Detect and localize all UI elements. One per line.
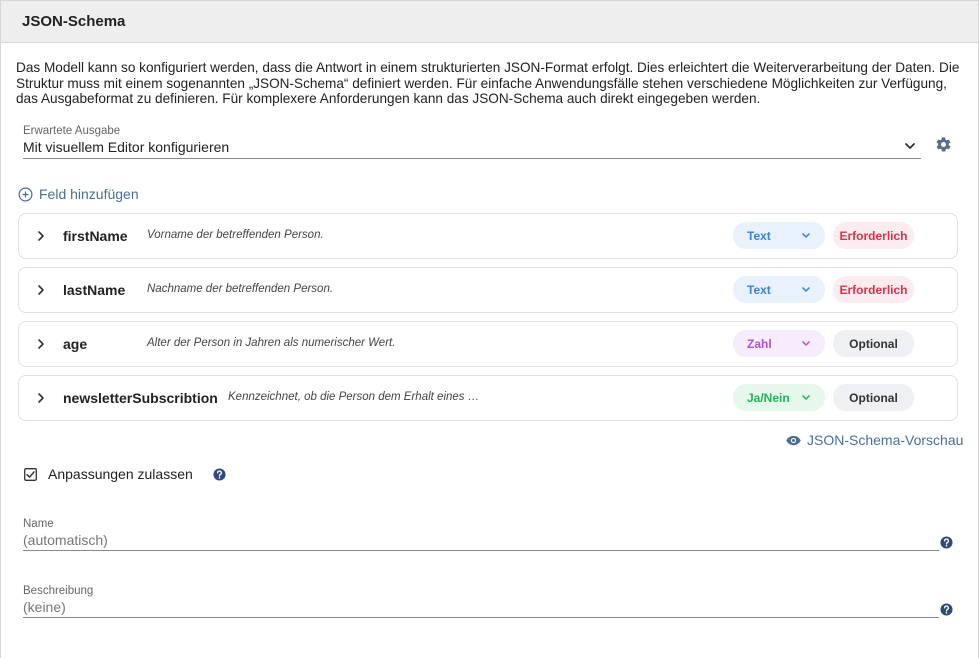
panel-title: JSON-Schema (22, 13, 126, 30)
type-select[interactable]: Zahl (733, 330, 825, 357)
type-label: Text (747, 228, 771, 243)
field-name: age (63, 336, 88, 352)
description-field[interactable]: Beschreibung (keine) (23, 585, 939, 618)
chevron-right-icon[interactable] (35, 230, 47, 242)
name-field-label: Name (23, 518, 54, 530)
requirement-label: Erforderlich (839, 228, 908, 243)
name-field-value[interactable]: (automatisch) (23, 532, 939, 548)
chevron-down-icon (801, 340, 811, 347)
requirement-badge[interactable]: Erforderlich (833, 276, 914, 303)
panel-header: JSON-Schema (1, 1, 978, 43)
allow-adjustments-label[interactable]: Anpassungen zulassen (48, 466, 193, 482)
requirement-label: Erforderlich (839, 282, 908, 297)
schema-preview-link[interactable]: JSON-Schema-Vorschau (786, 432, 963, 448)
requirement-label: Optional (849, 336, 898, 351)
expected-output-select[interactable]: Erwartete Ausgabe Mit visuellem Editor k… (23, 125, 921, 159)
description-field-value[interactable]: (keine) (23, 599, 939, 615)
chevron-right-icon[interactable] (35, 338, 47, 350)
field-name: newsletterSubscribtion (63, 390, 218, 406)
allow-adjustments: Anpassungen zulassen (24, 466, 226, 482)
field-row-newsletter[interactable]: newsletterSubscribtion Kennzeichnet, ob … (18, 375, 958, 421)
description-field-label: Beschreibung (23, 585, 94, 597)
add-field-button[interactable]: Feld hinzufügen (18, 186, 139, 202)
chevron-down-icon (801, 286, 811, 293)
add-circle-icon (18, 187, 33, 201)
field-description: Alter der Person in Jahren als numerisch… (147, 337, 396, 349)
field-name: firstName (63, 228, 128, 244)
field-description: Vorname der betreffenden Person. (147, 229, 324, 241)
expected-output-value[interactable]: Mit visuellem Editor konfigurieren (23, 139, 921, 155)
field-description: Kennzeichnet, ob die Person dem Erhalt e… (228, 391, 480, 403)
gear-icon[interactable] (935, 136, 952, 153)
chevron-right-icon[interactable] (35, 284, 47, 296)
field-description: Nachname der betreffenden Person. (147, 283, 334, 295)
field-name: lastName (63, 282, 126, 298)
intro-text: Das Modell kann so konfiguriert werden, … (16, 60, 960, 106)
field-row-lastname[interactable]: lastName Nachname der betreffenden Perso… (18, 267, 958, 313)
help-icon[interactable] (213, 467, 226, 481)
expected-output-label: Erwartete Ausgabe (23, 125, 121, 137)
requirement-badge[interactable]: Optional (833, 384, 914, 411)
type-label: Zahl (747, 336, 772, 351)
field-row-age[interactable]: age Alter der Person in Jahren als numer… (18, 321, 958, 367)
type-label: Ja/Nein (747, 390, 790, 405)
type-select[interactable]: Text (733, 276, 825, 303)
help-icon[interactable] (940, 536, 953, 549)
name-field[interactable]: Name (automatisch) (23, 518, 939, 551)
field-row-firstname[interactable]: firstName Vorname der betreffenden Perso… (18, 213, 958, 259)
help-icon[interactable] (940, 603, 953, 616)
chevron-down-icon[interactable] (903, 139, 917, 153)
json-schema-panel: JSON-Schema Das Modell kann so konfiguri… (0, 0, 979, 658)
type-select[interactable]: Ja/Nein (733, 384, 825, 411)
schema-preview-label: JSON-Schema-Vorschau (807, 432, 964, 448)
requirement-badge[interactable]: Erforderlich (833, 222, 914, 249)
type-label: Text (747, 282, 771, 297)
type-select[interactable]: Text (733, 222, 825, 249)
requirement-label: Optional (849, 390, 898, 405)
chevron-right-icon[interactable] (35, 392, 47, 404)
chevron-down-icon (801, 394, 811, 401)
checkbox-checked-icon[interactable] (24, 467, 37, 481)
add-field-label: Feld hinzufügen (39, 186, 139, 202)
eye-icon (786, 435, 801, 445)
requirement-badge[interactable]: Optional (833, 330, 914, 357)
chevron-down-icon (801, 232, 811, 239)
